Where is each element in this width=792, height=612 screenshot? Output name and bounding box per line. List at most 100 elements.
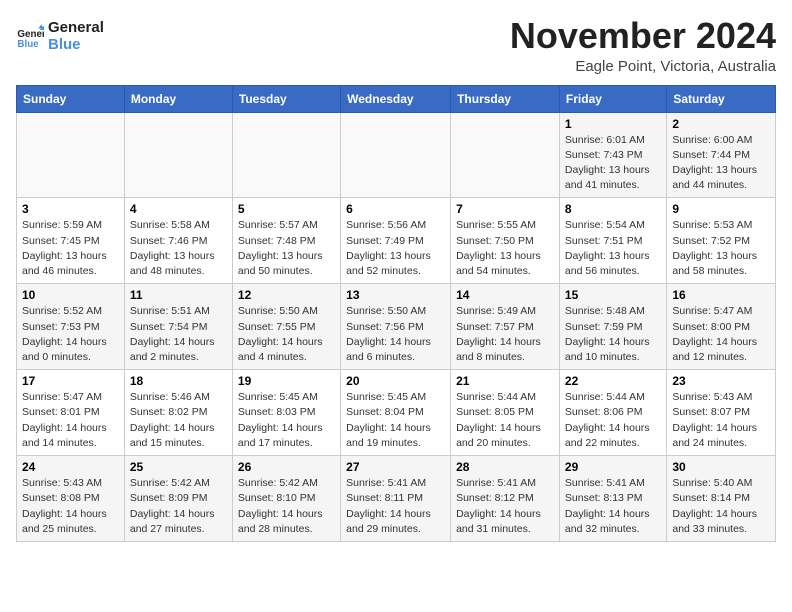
day-detail: Sunrise: 6:00 AM Sunset: 7:44 PM Dayligh…: [672, 133, 770, 194]
day-detail: Sunrise: 5:43 AM Sunset: 8:08 PM Dayligh…: [22, 476, 119, 537]
day-number: 16: [672, 288, 770, 302]
calendar-cell: 13 Sunrise: 5:50 AM Sunset: 7:56 PM Dayli…: [341, 284, 451, 370]
logo-icon: General Blue: [16, 23, 44, 51]
calendar-cell: 23 Sunrise: 5:43 AM Sunset: 8:07 PM Dayli…: [667, 370, 776, 456]
calendar-cell: 16 Sunrise: 5:47 AM Sunset: 8:00 PM Dayli…: [667, 284, 776, 370]
calendar-cell: 27 Sunrise: 5:41 AM Sunset: 8:11 PM Dayli…: [341, 456, 451, 542]
day-detail: Sunrise: 5:41 AM Sunset: 8:12 PM Dayligh…: [456, 476, 554, 537]
calendar-cell: 14 Sunrise: 5:49 AM Sunset: 7:57 PM Dayli…: [451, 284, 560, 370]
day-detail: Sunrise: 5:50 AM Sunset: 7:56 PM Dayligh…: [346, 304, 445, 365]
calendar-table: SundayMondayTuesdayWednesdayThursdayFrid…: [16, 85, 776, 542]
day-number: 29: [565, 460, 661, 474]
calendar-cell: 3Sunrise: 5:59 AM Sunset: 7:45 PM Daylig…: [17, 198, 125, 284]
day-detail: Sunrise: 5:45 AM Sunset: 8:04 PM Dayligh…: [346, 390, 445, 451]
day-detail: Sunrise: 5:40 AM Sunset: 8:14 PM Dayligh…: [672, 476, 770, 537]
day-number: 23: [672, 374, 770, 388]
day-number: 25: [130, 460, 227, 474]
weekday-header-thursday: Thursday: [451, 85, 560, 112]
calendar-cell: 19 Sunrise: 5:45 AM Sunset: 8:03 PM Dayli…: [232, 370, 340, 456]
day-number: 28: [456, 460, 554, 474]
calendar-cell: 20 Sunrise: 5:45 AM Sunset: 8:04 PM Dayli…: [341, 370, 451, 456]
calendar-cell: 26 Sunrise: 5:42 AM Sunset: 8:10 PM Dayli…: [232, 456, 340, 542]
calendar-cell: 7 Sunrise: 5:55 AM Sunset: 7:50 PM Daylig…: [451, 198, 560, 284]
day-detail: Sunrise: 5:55 AM Sunset: 7:50 PM Dayligh…: [456, 218, 554, 279]
day-number: 1: [565, 117, 661, 131]
calendar-cell: 9Sunrise: 5:53 AM Sunset: 7:52 PM Daylig…: [667, 198, 776, 284]
day-detail: Sunrise: 5:49 AM Sunset: 7:57 PM Dayligh…: [456, 304, 554, 365]
day-number: 27: [346, 460, 445, 474]
day-number: 5: [238, 202, 335, 216]
day-detail: Sunrise: 5:54 AM Sunset: 7:51 PM Dayligh…: [565, 218, 661, 279]
day-number: 19: [238, 374, 335, 388]
day-number: 26: [238, 460, 335, 474]
day-number: 13: [346, 288, 445, 302]
day-number: 15: [565, 288, 661, 302]
day-number: 7: [456, 202, 554, 216]
calendar-week-row: 10Sunrise: 5:52 AM Sunset: 7:53 PM Dayli…: [17, 284, 776, 370]
calendar-cell: [451, 112, 560, 198]
day-detail: Sunrise: 5:42 AM Sunset: 8:09 PM Dayligh…: [130, 476, 227, 537]
logo: General Blue General Blue: [16, 20, 104, 53]
day-detail: Sunrise: 5:47 AM Sunset: 8:01 PM Dayligh…: [22, 390, 119, 451]
month-title: November 2024: [510, 16, 776, 56]
logo-general: General: [48, 20, 104, 37]
calendar-cell: 15 Sunrise: 5:48 AM Sunset: 7:59 PM Dayli…: [559, 284, 666, 370]
location-subtitle: Eagle Point, Victoria, Australia: [510, 58, 776, 75]
day-number: 22: [565, 374, 661, 388]
calendar-cell: [124, 112, 232, 198]
calendar-week-row: 3Sunrise: 5:59 AM Sunset: 7:45 PM Daylig…: [17, 198, 776, 284]
calendar-cell: 28 Sunrise: 5:41 AM Sunset: 8:12 PM Dayli…: [451, 456, 560, 542]
day-detail: Sunrise: 5:44 AM Sunset: 8:06 PM Dayligh…: [565, 390, 661, 451]
day-detail: Sunrise: 5:58 AM Sunset: 7:46 PM Dayligh…: [130, 218, 227, 279]
weekday-header-saturday: Saturday: [667, 85, 776, 112]
day-number: 2: [672, 117, 770, 131]
weekday-header-tuesday: Tuesday: [232, 85, 340, 112]
day-detail: Sunrise: 5:43 AM Sunset: 8:07 PM Dayligh…: [672, 390, 770, 451]
day-number: 6: [346, 202, 445, 216]
day-detail: Sunrise: 5:52 AM Sunset: 7:53 PM Dayligh…: [22, 304, 119, 365]
calendar-cell: 17 Sunrise: 5:47 AM Sunset: 8:01 PM Dayli…: [17, 370, 125, 456]
day-number: 30: [672, 460, 770, 474]
day-detail: Sunrise: 5:45 AM Sunset: 8:03 PM Dayligh…: [238, 390, 335, 451]
calendar-cell: 18Sunrise: 5:46 AM Sunset: 8:02 PM Dayli…: [124, 370, 232, 456]
day-detail: Sunrise: 5:42 AM Sunset: 8:10 PM Dayligh…: [238, 476, 335, 537]
calendar-cell: 5 Sunrise: 5:57 AM Sunset: 7:48 PM Daylig…: [232, 198, 340, 284]
day-detail: Sunrise: 5:47 AM Sunset: 8:00 PM Dayligh…: [672, 304, 770, 365]
day-detail: Sunrise: 5:57 AM Sunset: 7:48 PM Dayligh…: [238, 218, 335, 279]
day-detail: Sunrise: 5:48 AM Sunset: 7:59 PM Dayligh…: [565, 304, 661, 365]
calendar-cell: 24 Sunrise: 5:43 AM Sunset: 8:08 PM Dayli…: [17, 456, 125, 542]
calendar-cell: 10Sunrise: 5:52 AM Sunset: 7:53 PM Dayli…: [17, 284, 125, 370]
title-block: November 2024 Eagle Point, Victoria, Aus…: [510, 16, 776, 75]
day-number: 9: [672, 202, 770, 216]
svg-text:Blue: Blue: [17, 38, 39, 49]
day-detail: Sunrise: 5:59 AM Sunset: 7:45 PM Dayligh…: [22, 218, 119, 279]
calendar-cell: 8 Sunrise: 5:54 AM Sunset: 7:51 PM Daylig…: [559, 198, 666, 284]
calendar-cell: 11 Sunrise: 5:51 AM Sunset: 7:54 PM Dayli…: [124, 284, 232, 370]
calendar-cell: [17, 112, 125, 198]
day-detail: Sunrise: 5:56 AM Sunset: 7:49 PM Dayligh…: [346, 218, 445, 279]
logo-blue: Blue: [48, 37, 104, 54]
day-number: 17: [22, 374, 119, 388]
day-number: 4: [130, 202, 227, 216]
day-number: 18: [130, 374, 227, 388]
calendar-cell: 22 Sunrise: 5:44 AM Sunset: 8:06 PM Dayli…: [559, 370, 666, 456]
calendar-cell: [232, 112, 340, 198]
calendar-cell: 6 Sunrise: 5:56 AM Sunset: 7:49 PM Daylig…: [341, 198, 451, 284]
calendar-week-row: 17 Sunrise: 5:47 AM Sunset: 8:01 PM Dayli…: [17, 370, 776, 456]
day-number: 20: [346, 374, 445, 388]
day-number: 8: [565, 202, 661, 216]
day-number: 24: [22, 460, 119, 474]
day-number: 14: [456, 288, 554, 302]
day-detail: Sunrise: 5:51 AM Sunset: 7:54 PM Dayligh…: [130, 304, 227, 365]
weekday-header-monday: Monday: [124, 85, 232, 112]
calendar-week-row: 24 Sunrise: 5:43 AM Sunset: 8:08 PM Dayli…: [17, 456, 776, 542]
calendar-cell: 25 Sunrise: 5:42 AM Sunset: 8:09 PM Dayli…: [124, 456, 232, 542]
day-detail: Sunrise: 5:41 AM Sunset: 8:11 PM Dayligh…: [346, 476, 445, 537]
calendar-cell: 1Sunrise: 6:01 AM Sunset: 7:43 PM Daylig…: [559, 112, 666, 198]
day-number: 21: [456, 374, 554, 388]
calendar-cell: 4 Sunrise: 5:58 AM Sunset: 7:46 PM Daylig…: [124, 198, 232, 284]
weekday-header-row: SundayMondayTuesdayWednesdayThursdayFrid…: [17, 85, 776, 112]
day-detail: Sunrise: 5:41 AM Sunset: 8:13 PM Dayligh…: [565, 476, 661, 537]
calendar-cell: 30 Sunrise: 5:40 AM Sunset: 8:14 PM Dayli…: [667, 456, 776, 542]
day-number: 11: [130, 288, 227, 302]
